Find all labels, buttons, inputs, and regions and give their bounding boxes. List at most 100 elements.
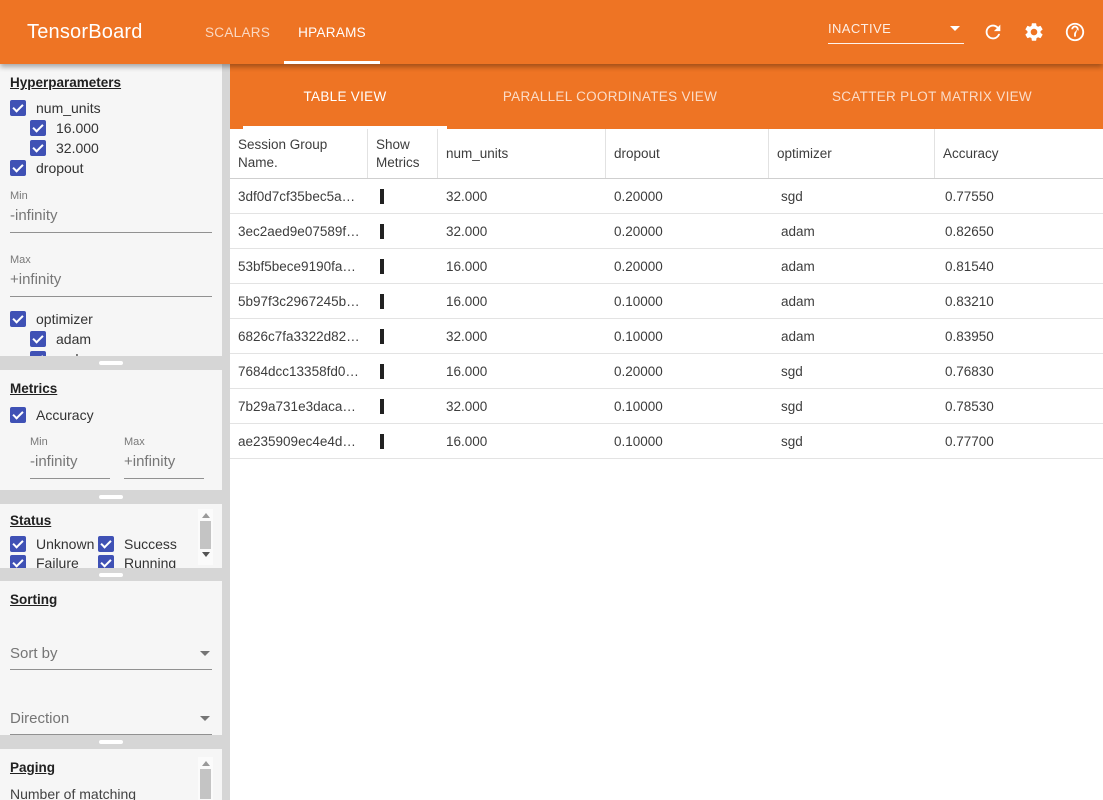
checkbox-checked-icon[interactable] xyxy=(30,140,46,156)
tab-scalars[interactable]: SCALARS xyxy=(191,0,284,64)
sorting-section: Sorting Sort by Direction xyxy=(0,581,222,735)
min-label: Min xyxy=(10,190,212,202)
tab-parallel-coordinates-view[interactable]: PARALLEL COORDINATES VIEW xyxy=(447,64,773,129)
table-row: 5b97f3c2967245b… 16.000 0.10000 adam 0.8… xyxy=(230,284,1103,319)
section-resize-divider[interactable] xyxy=(0,568,230,581)
checkbox-checked-icon[interactable] xyxy=(98,536,114,552)
drag-handle-icon[interactable] xyxy=(99,495,123,499)
sidebar: Hyperparameters num_units 16.000 32.000 … xyxy=(0,64,230,800)
status-running[interactable]: Running xyxy=(98,554,195,568)
checkbox-unchecked-icon[interactable] xyxy=(380,434,384,449)
tab-table-view[interactable]: TABLE VIEW xyxy=(243,64,447,129)
header-dropout[interactable]: dropout xyxy=(606,129,769,178)
checkbox-unchecked-icon[interactable] xyxy=(380,294,384,309)
sort-by-select[interactable]: Sort by xyxy=(10,645,212,670)
tab-scatter-plot-matrix-view[interactable]: SCATTER PLOT MATRIX VIEW xyxy=(773,64,1091,129)
checkbox-checked-icon[interactable] xyxy=(10,160,26,176)
scroll-down-icon[interactable] xyxy=(202,552,210,557)
dropout-cell: 0.10000 xyxy=(606,434,769,449)
status-success[interactable]: Success xyxy=(98,535,195,553)
status-failure[interactable]: Failure xyxy=(10,554,98,568)
num-units-cell: 16.000 xyxy=(438,259,606,274)
dropout-cell: 0.10000 xyxy=(606,294,769,309)
num-units-cell: 16.000 xyxy=(438,364,606,379)
tab-hparams[interactable]: HPARAMS xyxy=(284,0,380,64)
plugin-tabs: SCALARS HPARAMS xyxy=(191,0,380,64)
hparam-num-units[interactable]: num_units xyxy=(10,99,212,117)
metric-min-label: Min xyxy=(30,436,110,448)
metric-accuracy[interactable]: Accuracy xyxy=(10,406,212,424)
optimizer-cell: sgd xyxy=(769,364,935,379)
sort-by-value: Sort by xyxy=(10,645,58,662)
dropout-cell: 0.20000 xyxy=(606,189,769,204)
hparam-optimizer[interactable]: optimizer xyxy=(10,310,212,328)
show-metrics-cell xyxy=(368,259,438,274)
hparam-value-16[interactable]: 16.000 xyxy=(30,119,212,137)
hyperparameters-section: Hyperparameters num_units 16.000 32.000 … xyxy=(0,64,222,356)
app-title: TensorBoard xyxy=(27,21,143,44)
checkbox-unchecked-icon[interactable] xyxy=(380,364,384,379)
checkbox-checked-icon[interactable] xyxy=(98,555,114,568)
accuracy-cell: 0.78530 xyxy=(935,399,1103,414)
checkbox-unchecked-icon[interactable] xyxy=(380,329,384,344)
header-session-group-name[interactable]: Session Group Name. xyxy=(230,129,368,178)
checkbox-checked-icon[interactable] xyxy=(30,331,46,347)
show-metrics-cell xyxy=(368,434,438,449)
session-group-name: 53bf5bece9190fa… xyxy=(230,259,368,274)
run-status-select[interactable]: INACTIVE xyxy=(828,21,964,44)
checkbox-checked-icon[interactable] xyxy=(10,100,26,116)
table-row: 3df0d7cf35bec5a… 32.000 0.20000 sgd 0.77… xyxy=(230,179,1103,214)
hparam-dropout[interactable]: dropout xyxy=(10,159,212,177)
checkbox-checked-icon[interactable] xyxy=(10,407,26,423)
metric-min-input[interactable]: -infinity xyxy=(30,448,110,479)
num-units-cell: 16.000 xyxy=(438,434,606,449)
session-group-name: 3df0d7cf35bec5a… xyxy=(230,189,368,204)
section-resize-divider[interactable] xyxy=(0,735,230,749)
header-accuracy[interactable]: Accuracy xyxy=(935,129,1103,178)
paging-title: Paging xyxy=(10,760,212,775)
section-resize-divider[interactable] xyxy=(0,356,230,370)
scrollbar-thumb[interactable] xyxy=(200,521,211,549)
drag-handle-icon[interactable] xyxy=(99,740,123,744)
metrics-section: Metrics Accuracy Min -infinity Max +infi… xyxy=(0,370,222,490)
hparam-value-adam[interactable]: adam xyxy=(30,330,212,348)
metric-label: Accuracy xyxy=(36,407,94,423)
hparam-value-32[interactable]: 32.000 xyxy=(30,139,212,157)
min-input[interactable]: -infinity xyxy=(10,202,212,233)
scrollbar-thumb[interactable] xyxy=(200,769,211,799)
settings-icon[interactable] xyxy=(1022,20,1046,44)
checkbox-unchecked-icon[interactable] xyxy=(380,259,384,274)
help-icon[interactable] xyxy=(1063,20,1087,44)
checkbox-checked-icon[interactable] xyxy=(10,555,26,568)
section-resize-divider[interactable] xyxy=(0,490,230,504)
status-unknown[interactable]: Unknown xyxy=(10,535,98,553)
checkbox-unchecked-icon[interactable] xyxy=(380,399,384,414)
checkbox-checked-icon[interactable] xyxy=(10,536,26,552)
checkbox-checked-icon[interactable] xyxy=(10,311,26,327)
drag-handle-icon[interactable] xyxy=(99,361,123,365)
max-input[interactable]: +infinity xyxy=(10,266,212,297)
direction-select[interactable]: Direction xyxy=(10,710,212,735)
status-scrollbar[interactable] xyxy=(198,509,213,565)
optimizer-cell: adam xyxy=(769,329,935,344)
checkbox-checked-icon[interactable] xyxy=(30,120,46,136)
header-num-units[interactable]: num_units xyxy=(438,129,606,178)
refresh-icon[interactable] xyxy=(981,20,1005,44)
session-group-name: 3ec2aed9e07589f… xyxy=(230,224,368,239)
drag-handle-icon[interactable] xyxy=(99,573,123,577)
dropout-cell: 0.10000 xyxy=(606,399,769,414)
chevron-down-icon xyxy=(200,651,210,656)
paging-scrollbar[interactable] xyxy=(198,757,213,800)
hparam-value-label: 16.000 xyxy=(56,120,99,136)
scroll-up-icon[interactable] xyxy=(202,513,210,518)
metric-max-input[interactable]: +infinity xyxy=(124,448,204,479)
dropout-cell: 0.20000 xyxy=(606,224,769,239)
num-units-cell: 32.000 xyxy=(438,399,606,414)
accuracy-cell: 0.81540 xyxy=(935,259,1103,274)
header-optimizer[interactable]: optimizer xyxy=(769,129,935,178)
checkbox-unchecked-icon[interactable] xyxy=(380,189,384,204)
checkbox-unchecked-icon[interactable] xyxy=(380,224,384,239)
optimizer-cell: adam xyxy=(769,294,935,309)
header-show-metrics[interactable]: Show Metrics xyxy=(368,129,438,178)
scroll-up-icon[interactable] xyxy=(202,761,210,766)
